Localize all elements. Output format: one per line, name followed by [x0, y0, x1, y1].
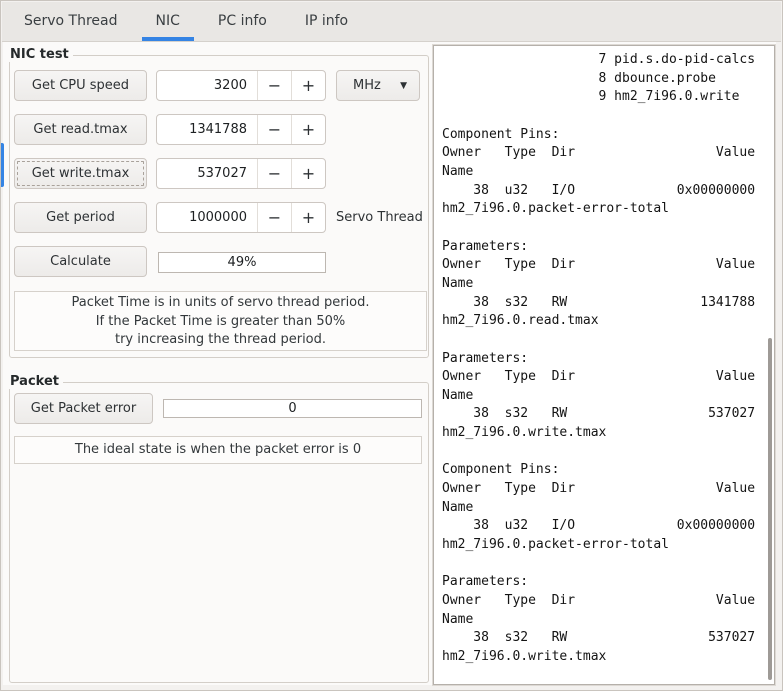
- cpu-speed-increment-button[interactable]: +: [291, 71, 325, 100]
- tab-bar: Servo Thread NIC PC info IP info: [2, 2, 781, 42]
- nic-test-frame-label: NIC test: [9, 47, 73, 62]
- write-tmax-value[interactable]: 537027: [157, 159, 257, 188]
- packet-error-display: 0: [163, 399, 422, 418]
- hal-output-panel[interactable]: 7 pid.s.do-pid-calcs 8 dbounce.probe 9 h…: [433, 45, 775, 685]
- read-tmax-decrement-button[interactable]: −: [257, 115, 291, 144]
- unit-combobox-value: MHz: [353, 78, 381, 93]
- calculate-button[interactable]: Calculate: [14, 246, 147, 277]
- unit-combobox[interactable]: MHz ▼: [336, 70, 420, 101]
- vertical-scrollbar-thumb[interactable]: [768, 338, 772, 680]
- read-tmax-spinbox: 1341788 − +: [156, 114, 326, 145]
- get-period-button[interactable]: Get period: [14, 202, 147, 233]
- ideal-state-info-box: The ideal state is when the packet error…: [14, 436, 422, 464]
- write-tmax-spinbox: 537027 − +: [156, 158, 326, 189]
- packet-time-info-box: Packet Time is in units of servo thread …: [14, 291, 427, 351]
- packet-frame: [9, 382, 429, 683]
- cpu-speed-decrement-button[interactable]: −: [257, 71, 291, 100]
- packet-time-percent-display: 49%: [158, 252, 326, 273]
- packet-time-info-line3: try increasing the thread period.: [114, 332, 327, 347]
- period-increment-button[interactable]: +: [291, 203, 325, 232]
- get-cpu-speed-button[interactable]: Get CPU speed: [14, 70, 147, 101]
- get-read-tmax-button[interactable]: Get read.tmax: [14, 114, 147, 145]
- period-decrement-button[interactable]: −: [257, 203, 291, 232]
- read-tmax-value[interactable]: 1341788: [157, 115, 257, 144]
- packet-time-info-line2: If the Packet Time is greater than 50%: [95, 313, 346, 329]
- tab-pc-info[interactable]: PC info: [204, 2, 281, 41]
- write-tmax-increment-button[interactable]: +: [291, 159, 325, 188]
- get-write-tmax-button[interactable]: Get write.tmax: [14, 158, 147, 189]
- cpu-speed-value[interactable]: 3200: [157, 71, 257, 100]
- tab-ip-info[interactable]: IP info: [291, 2, 362, 41]
- left-scrollbar-indicator[interactable]: [1, 143, 4, 187]
- tab-servo-thread[interactable]: Servo Thread: [10, 2, 132, 41]
- cpu-speed-spinbox: 3200 − +: [156, 70, 326, 101]
- period-spinbox: 1000000 − +: [156, 202, 326, 233]
- app-window: Servo Thread NIC PC info IP info NIC tes…: [0, 0, 783, 691]
- period-value[interactable]: 1000000: [157, 203, 257, 232]
- read-tmax-increment-button[interactable]: +: [291, 115, 325, 144]
- packet-frame-label: Packet: [9, 374, 63, 389]
- write-tmax-decrement-button[interactable]: −: [257, 159, 291, 188]
- packet-time-info-line1: Packet Time is in units of servo thread …: [71, 295, 370, 310]
- hal-output: 7 pid.s.do-pid-calcs 8 dbounce.probe 9 h…: [442, 52, 756, 664]
- tab-nic[interactable]: NIC: [141, 2, 195, 41]
- dropdown-arrow-icon: ▼: [400, 80, 407, 91]
- servo-thread-label: Servo Thread: [336, 210, 423, 225]
- get-packet-error-button[interactable]: Get Packet error: [14, 393, 153, 424]
